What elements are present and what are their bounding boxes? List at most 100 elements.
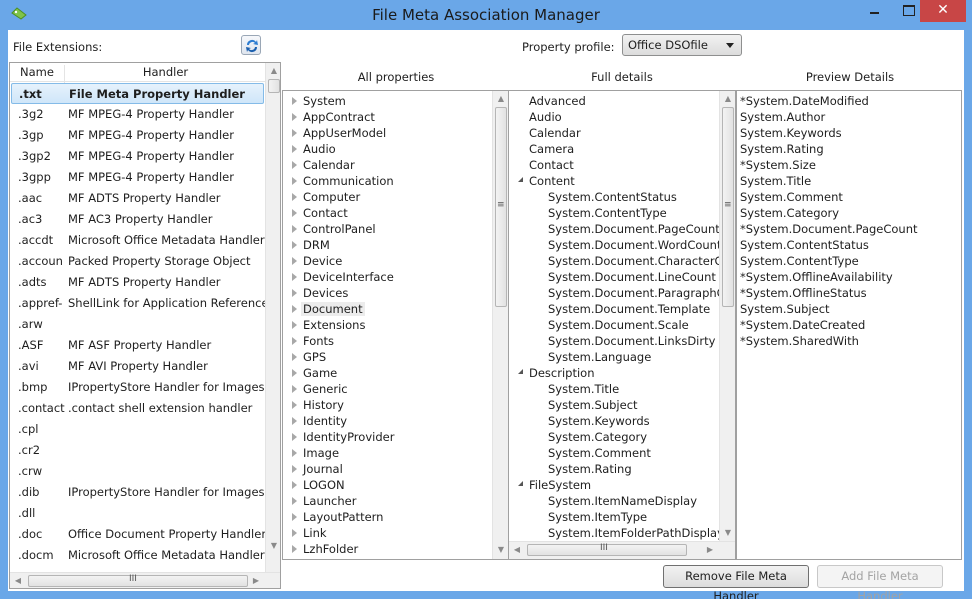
preview-detail-item[interactable]: System.Title	[740, 173, 960, 189]
expand-triangle-icon[interactable]	[292, 144, 297, 153]
detail-group-item[interactable]: Calendar	[518, 125, 719, 141]
expand-triangle-icon[interactable]	[292, 128, 297, 137]
expand-triangle-icon[interactable]	[292, 288, 297, 297]
property-group-item[interactable]: Extensions	[292, 317, 492, 333]
column-header-name[interactable]: Name	[10, 65, 65, 83]
preview-detail-item[interactable]: System.Comment	[740, 189, 960, 205]
property-group-item[interactable]: Devices	[292, 285, 492, 301]
preview-detail-item[interactable]: *System.OfflineStatus	[740, 285, 960, 301]
remove-file-meta-handler-button[interactable]: Remove File Meta Handler	[663, 565, 809, 599]
detail-property-item[interactable]: System.Rating	[518, 461, 719, 477]
extension-row[interactable]: .avi MF AVI Property Handler	[10, 356, 265, 377]
extension-row[interactable]: .docm Microsoft Office Metadata Handler	[10, 545, 265, 566]
all-properties-tree[interactable]: System AppContract AppUserModel Audio Calend…	[282, 90, 510, 560]
property-group-item[interactable]: Image	[292, 445, 492, 461]
extension-row[interactable]: .3gp MF MPEG-4 Property Handler	[10, 125, 265, 146]
preview-detail-item[interactable]: System.ContentType	[740, 253, 960, 269]
detail-group-item[interactable]: Advanced	[518, 93, 719, 109]
extension-row[interactable]: .arw	[10, 314, 265, 335]
detail-property-item[interactable]: System.ContentType	[518, 205, 719, 221]
detail-group-item[interactable]: Content	[518, 173, 719, 189]
preview-detail-item[interactable]: *System.SharedWith	[740, 333, 960, 349]
expand-triangle-icon[interactable]	[292, 240, 297, 249]
preview-detail-item[interactable]: *System.Document.PageCount	[740, 221, 960, 237]
extension-row[interactable]: .adts MF ADTS Property Handler	[10, 272, 265, 293]
detail-property-item[interactable]: System.Language	[518, 349, 719, 365]
collapse-triangle-icon[interactable]	[518, 369, 523, 374]
property-group-item[interactable]: Generic	[292, 381, 492, 397]
detail-group-item[interactable]: FileSystem	[518, 477, 719, 493]
detail-property-item[interactable]: System.Document.PageCount	[518, 221, 719, 237]
detail-property-item[interactable]: System.Subject	[518, 397, 719, 413]
property-group-item[interactable]: Document	[292, 301, 492, 317]
extension-row[interactable]: .aac MF ADTS Property Handler	[10, 188, 265, 209]
scroll-thumb[interactable]: ≡	[495, 107, 507, 307]
detail-property-item[interactable]: System.Document.LinksDirty	[518, 333, 719, 349]
detail-group-item[interactable]: Contact	[518, 157, 719, 173]
extension-row[interactable]: .3gp2 MF MPEG-4 Property Handler	[10, 146, 265, 167]
scroll-down-arrow-icon[interactable]: ▼	[493, 542, 509, 558]
expand-triangle-icon[interactable]	[292, 160, 297, 169]
maximize-button[interactable]	[893, 0, 923, 22]
detail-group-item[interactable]: Camera	[518, 141, 719, 157]
expand-triangle-icon[interactable]	[292, 544, 297, 553]
scroll-down-arrow-icon[interactable]: ▼	[720, 525, 735, 541]
extension-row[interactable]: .doc Office Document Property Handler	[10, 524, 265, 545]
detail-property-item[interactable]: System.ContentStatus	[518, 189, 719, 205]
expand-triangle-icon[interactable]	[292, 208, 297, 217]
scroll-up-arrow-icon[interactable]: ▲	[493, 91, 509, 107]
property-group-item[interactable]: LayoutPattern	[292, 509, 492, 525]
scroll-thumb-horizontal[interactable]: III	[527, 543, 687, 556]
extension-row[interactable]: .docxMicrosoft Office Metadata Handler	[10, 566, 265, 569]
expand-triangle-icon[interactable]	[292, 96, 297, 105]
property-group-item[interactable]: Calendar	[292, 157, 492, 173]
detail-property-item[interactable]: System.Document.ParagraphCount	[518, 285, 719, 301]
extensions-horizontal-scrollbar[interactable]: ◀ III ▶	[10, 572, 280, 588]
preview-detail-item[interactable]: System.Keywords	[740, 125, 960, 141]
refresh-button[interactable]	[241, 35, 261, 55]
property-group-item[interactable]: ControlPanel	[292, 221, 492, 237]
detail-property-item[interactable]: System.Document.Template	[518, 301, 719, 317]
extensions-vertical-scrollbar[interactable]: ▲ ▼	[265, 63, 280, 572]
property-group-item[interactable]: Communication	[292, 173, 492, 189]
scroll-up-arrow-icon[interactable]: ▲	[266, 63, 280, 79]
expand-triangle-icon[interactable]	[292, 464, 297, 473]
property-group-item[interactable]: System	[292, 93, 492, 109]
expand-triangle-icon[interactable]	[292, 256, 297, 265]
extension-row[interactable]: .dll	[10, 503, 265, 524]
detail-group-item[interactable]: Description	[518, 365, 719, 381]
property-group-item[interactable]: DRM	[292, 237, 492, 253]
scroll-right-arrow-icon[interactable]: ▶	[248, 573, 264, 588]
extension-row[interactable]: .bmp IPropertyStore Handler for Images	[10, 377, 265, 398]
property-group-item[interactable]: AppContract	[292, 109, 492, 125]
extension-row[interactable]: .3gpp MF MPEG-4 Property Handler	[10, 167, 265, 188]
column-header-handler[interactable]: Handler	[66, 65, 265, 79]
all-properties-scrollbar[interactable]: ▲ ≡ ▼	[492, 91, 509, 559]
extension-row[interactable]: .crw	[10, 461, 265, 482]
detail-property-item[interactable]: System.Document.Scale	[518, 317, 719, 333]
expand-triangle-icon[interactable]	[292, 368, 297, 377]
extension-row[interactable]: .accdt Microsoft Office Metadata Handler	[10, 230, 265, 251]
detail-property-item[interactable]: System.ItemFolderPathDisplay	[518, 525, 719, 541]
preview-detail-item[interactable]: System.Subject	[740, 301, 960, 317]
expand-triangle-icon[interactable]	[292, 304, 297, 313]
expand-triangle-icon[interactable]	[292, 480, 297, 489]
preview-detail-item[interactable]: *System.DateCreated	[740, 317, 960, 333]
extension-row[interactable]: .cr2	[10, 440, 265, 461]
property-group-item[interactable]: IdentityProvider	[292, 429, 492, 445]
file-extensions-list[interactable]: Name Handler .txt File Meta Property Hand…	[9, 62, 281, 589]
preview-detail-item[interactable]: *System.DateModified	[740, 93, 960, 109]
scroll-thumb[interactable]	[268, 79, 280, 93]
scroll-thumb-horizontal[interactable]: III	[28, 574, 248, 587]
detail-property-item[interactable]: System.Document.CharacterCount	[518, 253, 719, 269]
expand-triangle-icon[interactable]	[292, 448, 297, 457]
detail-property-item[interactable]: System.Document.LineCount	[518, 269, 719, 285]
add-file-meta-handler-button[interactable]: Add File Meta Handler	[817, 565, 943, 599]
scroll-up-arrow-icon[interactable]: ▲	[720, 91, 735, 107]
scroll-down-arrow-icon[interactable]: ▼	[266, 538, 280, 554]
preview-detail-item[interactable]: System.Author	[740, 109, 960, 125]
full-details-horizontal-scrollbar[interactable]: ◀ III ▶	[509, 541, 735, 559]
property-group-item[interactable]: Launcher	[292, 493, 492, 509]
expand-triangle-icon[interactable]	[292, 192, 297, 201]
expand-triangle-icon[interactable]	[292, 272, 297, 281]
